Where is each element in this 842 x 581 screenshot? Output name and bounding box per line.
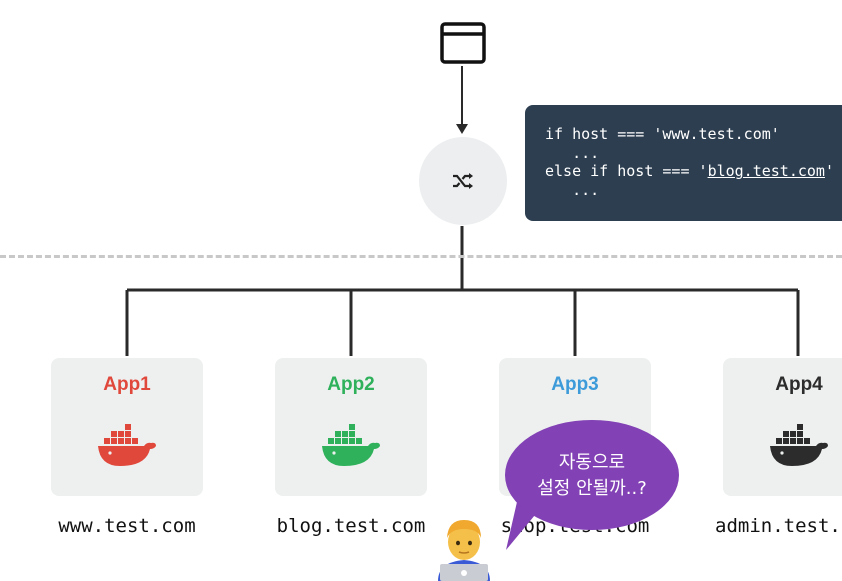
code-line-3-link: blog.test.com bbox=[707, 162, 825, 181]
docker-whale-icon bbox=[770, 424, 828, 466]
domain-label-4: admin.test.com bbox=[715, 515, 842, 537]
speech-bubble-line-1: 자동으로 bbox=[558, 452, 626, 473]
docker-whale-icon bbox=[98, 424, 156, 466]
code-line-3-prefix: else if host === ' bbox=[545, 162, 708, 181]
app-card-2: App2 bbox=[275, 358, 427, 496]
app-name-2: App2 bbox=[327, 374, 375, 395]
arrow-head bbox=[456, 124, 468, 134]
app-card-1: App1 bbox=[51, 358, 203, 496]
code-line-3: else if host === 'blog.test.com' bbox=[545, 162, 842, 181]
speech-bubble-text: 자동으로 설정 안될까..? bbox=[505, 450, 679, 502]
load-balancer-node bbox=[419, 137, 507, 225]
network-boundary-divider bbox=[0, 255, 842, 258]
domain-label-2: blog.test.com bbox=[276, 515, 426, 537]
app-name-1: App1 bbox=[103, 374, 151, 395]
routing-code-box: if host === 'www.test.com' ... else if h… bbox=[525, 105, 842, 221]
browser-window-icon bbox=[440, 22, 486, 64]
app-card-4: App4 bbox=[723, 358, 842, 496]
app-name-4: App4 bbox=[775, 374, 823, 395]
code-line-4: ... bbox=[545, 181, 600, 200]
docker-whale-icon bbox=[322, 424, 380, 466]
app-name-3: App3 bbox=[551, 374, 599, 395]
domain-label-1: www.test.com bbox=[58, 515, 196, 537]
shuffle-icon bbox=[453, 173, 473, 189]
code-line-2: ... bbox=[545, 143, 600, 162]
code-line-3-suffix: ' bbox=[824, 162, 834, 181]
speech-bubble-line-2: 설정 안될까..? bbox=[537, 478, 647, 499]
man-with-laptop-icon bbox=[438, 520, 490, 581]
code-line-1: if host === 'www.test.com' bbox=[545, 125, 780, 143]
